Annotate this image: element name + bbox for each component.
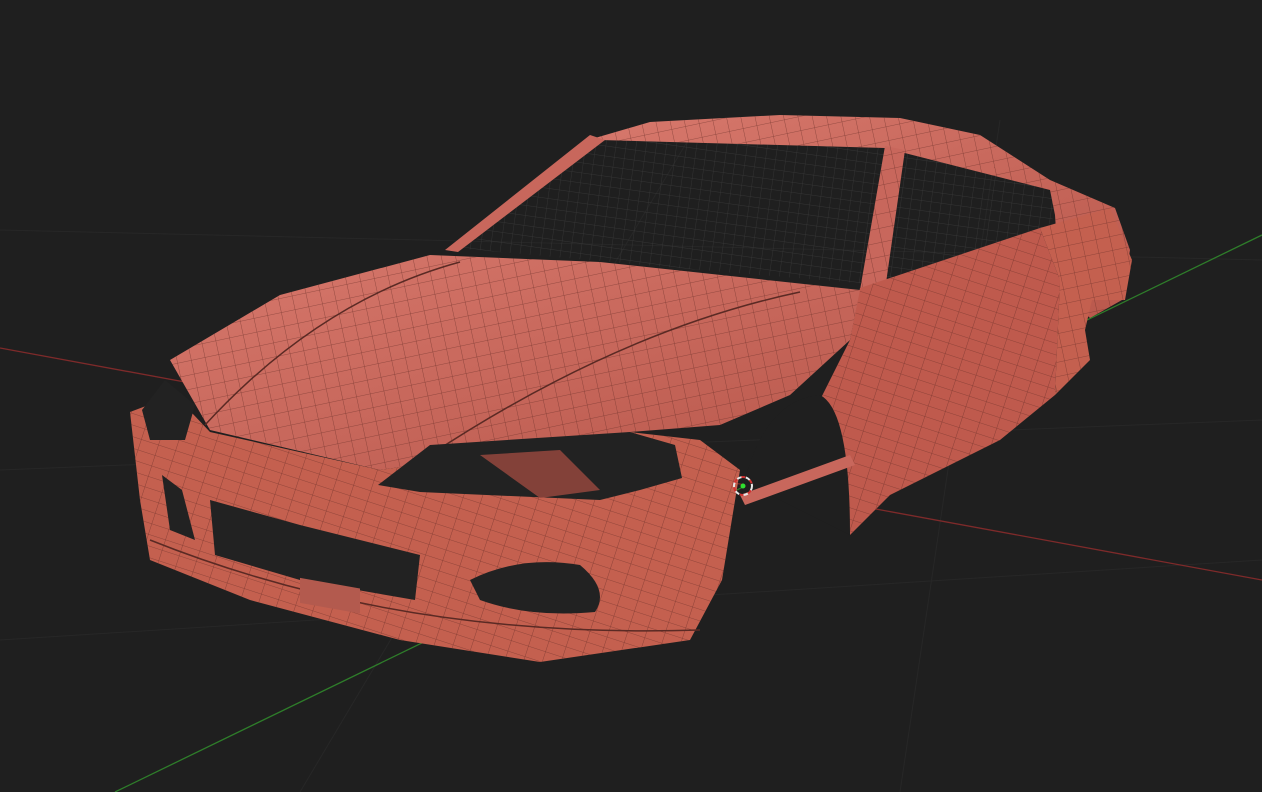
3d-viewport[interactable] xyxy=(0,0,1262,792)
car-body-mesh[interactable] xyxy=(130,115,1132,662)
hood-wire xyxy=(170,255,860,470)
viewport-canvas[interactable] xyxy=(0,0,1262,792)
